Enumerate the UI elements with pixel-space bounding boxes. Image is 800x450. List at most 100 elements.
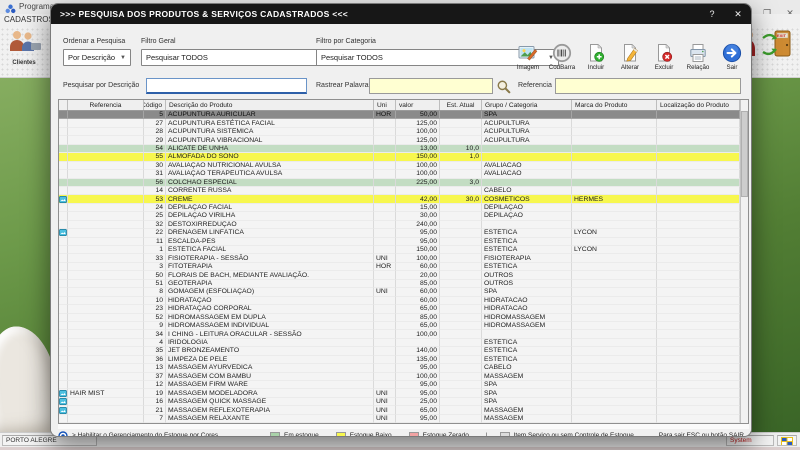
cell-image bbox=[59, 195, 68, 204]
table-row[interactable]: 54 ALICATE DE UNHA 13,00 10,0 bbox=[59, 144, 748, 154]
cell-valor: 50,00 bbox=[396, 111, 440, 120]
table-row[interactable]: 3 FITOTERAPIA HOR 60,00 ESTÉTICA bbox=[59, 262, 748, 272]
table-row[interactable]: 55 ALMOFADA DO SONO 150,00 1,0 bbox=[59, 153, 748, 162]
order-select[interactable]: Por Descrição ▼ bbox=[63, 49, 131, 66]
table-row[interactable]: 9 HIDROMASSAGEM INDIVIDUAL 65,00 HIDROMASSA… bbox=[59, 321, 748, 331]
cell-localizacao bbox=[657, 237, 740, 246]
header-est-atual[interactable]: Est. Atual bbox=[440, 100, 482, 110]
table-row[interactable]: 12 MASSAGEM FIRM WARE 95,00 SPA bbox=[59, 381, 748, 390]
cell-codigo: 50 bbox=[144, 271, 166, 280]
relacao-button[interactable]: Relação bbox=[682, 43, 714, 71]
table-row[interactable]: 28 ACUPUNTURA SISTÊMICA 100,00 ACUPULTURA bbox=[59, 127, 748, 137]
table-row[interactable]: 4 IRIDOLOGIA ESTÉTICA bbox=[59, 338, 748, 348]
table-row[interactable]: 8 GOMAGEM (ESFOLIAÇÃO) UNI 60,00 SPA bbox=[59, 288, 748, 297]
table-row[interactable]: 37 MASSAGEM COM BAMBU 100,00 MASSAGEM bbox=[59, 372, 748, 381]
header-codigo[interactable]: Código bbox=[144, 100, 166, 110]
table-row[interactable]: 33 FISIOTERAPIA - SESSÃO UNI 100,00 FISIOTER… bbox=[59, 254, 748, 263]
cell-referencia: HAIR MIST bbox=[68, 389, 144, 398]
header-grupo[interactable]: Grupo / Categoria bbox=[482, 100, 572, 110]
table-row[interactable]: 7 MASSAGEM RELAXANTE UNI 95,00 MASSAGEM bbox=[59, 414, 748, 424]
track-words-input[interactable] bbox=[369, 78, 493, 94]
header-descricao[interactable]: Descrição do Produto bbox=[166, 100, 374, 110]
cell-valor: 25,00 bbox=[396, 397, 440, 407]
stock-color-toggle[interactable]: > Habilitar o Gerenciamento do Estoque p… bbox=[58, 430, 270, 436]
cell-image bbox=[59, 288, 68, 297]
alterar-button[interactable]: Alterar bbox=[614, 43, 646, 71]
table-row[interactable]: HAIR MIST 19 MASSAGEM MODELADORA UNI 95,00 SP… bbox=[59, 389, 748, 398]
clientes-button[interactable]: Clientes bbox=[2, 29, 46, 66]
table-row[interactable]: 21 MASSAGEM REFLEXOTERAPIA UNI 65,00 MASSAGE… bbox=[59, 406, 748, 415]
sair-button[interactable]: Sair bbox=[716, 43, 748, 71]
cell-image bbox=[59, 397, 68, 407]
table-row[interactable]: 29 ACUPUNTURA VIBRACIONAL 125,00 ACUPULTURA bbox=[59, 136, 748, 145]
cell-referencia bbox=[68, 127, 144, 137]
search-description-input[interactable] bbox=[146, 78, 307, 94]
cell-uni: UNI bbox=[374, 414, 396, 424]
header-localizacao[interactable]: Localização do Produto bbox=[657, 100, 740, 110]
table-row[interactable]: 27 ACUPUNTURA ESTÉTICA FACIAL 125,00 ACUPUL… bbox=[59, 119, 748, 128]
cell-descricao: COLCHÃO ESPECIAL bbox=[166, 178, 374, 187]
cell-image bbox=[59, 406, 68, 415]
table-row[interactable]: 16 MASSAGEM QUICK MASSAGE UNI 25,00 SPA bbox=[59, 397, 748, 407]
cell-valor bbox=[396, 186, 440, 196]
search-icon[interactable] bbox=[496, 79, 511, 94]
cell-descricao: MASSAGEM QUICK MASSAGE bbox=[166, 397, 374, 407]
header-uni[interactable]: Uni bbox=[374, 100, 396, 110]
cell-marca bbox=[572, 170, 657, 179]
table-row[interactable]: 34 I CHING - LEITURA ORACULAR - SESSÃO 100… bbox=[59, 330, 748, 339]
table-row[interactable]: 36 LIMPEZA DE PELE 135,00 ESTÉTICA bbox=[59, 355, 748, 365]
table-row[interactable]: 52 HIDROMASSAGEM EM DUPLA 85,00 HIDROMASSAG… bbox=[59, 313, 748, 322]
codbarra-button[interactable]: CodBarra bbox=[546, 43, 578, 71]
cell-codigo: 21 bbox=[144, 406, 166, 415]
header-marca[interactable]: Marca do Produto bbox=[572, 100, 657, 110]
cell-grupo: SPA bbox=[482, 288, 572, 297]
table-row[interactable]: 35 JET BRONZEAMENTO 140,00 ESTÉTICA bbox=[59, 347, 748, 356]
cell-localizacao bbox=[657, 111, 740, 120]
imagem-button[interactable]: Imagem bbox=[512, 43, 544, 71]
cell-uni bbox=[374, 246, 396, 255]
cell-codigo: 24 bbox=[144, 203, 166, 213]
header-referencia[interactable]: Referencia bbox=[68, 100, 144, 110]
table-row[interactable]: 5 ACUPUNTURA AURICULAR HOR 50,00 SPA bbox=[59, 111, 748, 120]
cell-localizacao bbox=[657, 186, 740, 196]
cell-uni bbox=[374, 330, 396, 339]
table-row[interactable]: 11 ESCALDA-PÉS 95,00 ESTÉTICA bbox=[59, 237, 748, 246]
cell-grupo: AVALIACAO bbox=[482, 161, 572, 171]
table-row[interactable]: 31 AVALIAÇÃO TERAPÊUTICA AVULSA 100,00 AVAL… bbox=[59, 170, 748, 179]
cell-localizacao bbox=[657, 212, 740, 221]
cell-descricao: GEOTERAPIA bbox=[166, 279, 374, 289]
table-row[interactable]: 25 DEPILAÇÃO VIRILHA 30,00 DEPILAÇÃO bbox=[59, 212, 748, 221]
table-row[interactable]: 22 DRENAGEM LINFÁTICA 95,00 ESTÉTICA LYCON bbox=[59, 229, 748, 238]
cell-grupo: ACUPULTURA bbox=[482, 127, 572, 137]
cell-uni: UNI bbox=[374, 288, 396, 297]
cell-estoque bbox=[440, 136, 482, 145]
vertical-scrollbar[interactable] bbox=[740, 100, 748, 423]
help-button[interactable]: ? bbox=[699, 4, 725, 24]
close-dialog-button[interactable]: ✕ bbox=[725, 4, 751, 24]
scrollbar-thumb[interactable] bbox=[741, 111, 748, 197]
table-row[interactable]: 23 HIDRATAÇÃO CORPORAL 65,00 HIDRATACAO bbox=[59, 305, 748, 314]
table-row[interactable]: 56 COLCHÃO ESPECIAL 225,00 3,0 bbox=[59, 178, 748, 187]
table-row[interactable]: 24 DEPILAÇÃO FACIAL 15,00 DEPILAÇÃO bbox=[59, 203, 748, 213]
table-row[interactable]: 32 DESTOXIRREDUÇÃO 240,00 bbox=[59, 220, 748, 230]
table-row[interactable]: 1 ESTÉTICA FACIAL 150,00 ESTÉTICA LYCON bbox=[59, 246, 748, 255]
table-row[interactable]: 10 HIDRATAÇÃO 60,00 HIDRATACAO bbox=[59, 296, 748, 306]
cell-valor: 100,00 bbox=[396, 170, 440, 179]
excluir-button[interactable]: Excluir bbox=[648, 43, 680, 71]
table-row[interactable]: 50 FLORAIS DE BACH, MEDIANTE AVALIAÇÃO. 20… bbox=[59, 271, 748, 280]
cell-codigo: 33 bbox=[144, 254, 166, 263]
table-row[interactable]: 51 GEOTERAPIA 85,00 OUTROS bbox=[59, 279, 748, 289]
cell-estoque bbox=[440, 347, 482, 356]
reference-input[interactable] bbox=[555, 78, 741, 94]
cell-referencia bbox=[68, 203, 144, 213]
cell-image bbox=[59, 347, 68, 356]
table-row[interactable]: 13 MASSAGEM AYURVÉDICA 95,00 CABELO bbox=[59, 364, 748, 373]
incluir-button[interactable]: Incluir bbox=[580, 43, 612, 71]
cell-codigo: 35 bbox=[144, 347, 166, 356]
header-valor[interactable]: valor bbox=[396, 100, 440, 110]
table-row[interactable]: 30 AVALIAÇÃO NUTRICIONAL AVULSA 100,00 AVAL… bbox=[59, 161, 748, 171]
exit-app-button[interactable]: EXIT bbox=[759, 29, 797, 64]
menu-item-cadastros[interactable]: CADASTROS bbox=[4, 15, 54, 24]
table-row[interactable]: 14 CORRENTE RUSSA CABELO bbox=[59, 186, 748, 196]
table-row[interactable]: 53 CREME 42,00 30,0 COSMETICOS HERMES bbox=[59, 195, 748, 204]
